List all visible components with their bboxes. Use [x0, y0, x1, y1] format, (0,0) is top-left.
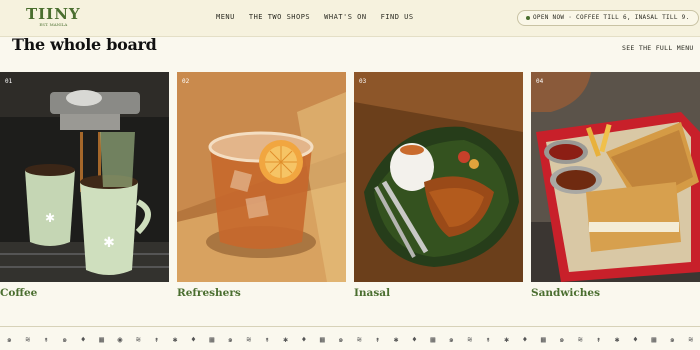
logo-text: TIINY	[26, 5, 81, 23]
status-text: OPEN NOW · COFFEE TILL 6, INASAL TILL 9.	[533, 14, 690, 21]
menu-card-inasal[interactable]: 03 Inasal	[354, 72, 523, 299]
grid-icon: ▦	[209, 334, 215, 344]
grid-icon: ▦	[540, 334, 546, 344]
footer-divider	[0, 326, 700, 327]
footer-icon-row: ๑ ≋ ↟ ๑ ♦ ▦ ◉ ≋ ↟ ✱ ♦ ▦ ๑ ≋ ↟ ✱ ♦ ▦ ๑ ≋ ↟ ✱ ♦ ▦ ๑ ≋ ↟ ✱ ♦ ▦ ๑ ≋ ↟ ✱ ♦ ▦ ๑ ≋	[0, 332, 700, 346]
leaf-icon: ♦	[301, 334, 307, 344]
nav-item-menu[interactable]: MENU	[216, 13, 235, 21]
wave-icon: ≋	[135, 334, 141, 344]
card-number: 02	[182, 78, 190, 85]
card-title: Sandwiches	[531, 287, 601, 299]
spiral-icon: ๑	[6, 334, 12, 344]
grid-icon: ▦	[430, 334, 436, 344]
wave-icon: ≋	[467, 334, 473, 344]
sandwich-photo: 04	[531, 72, 700, 282]
sun-icon: ✱	[283, 334, 288, 344]
card-title: Coffee	[0, 287, 38, 299]
sun-icon: ✱	[504, 334, 509, 344]
card-number: 01	[5, 78, 13, 85]
menu-card-coffee[interactable]: 01 ✱ ✱ Coffee	[0, 72, 169, 299]
grid-icon: ▦	[651, 334, 657, 344]
logo[interactable]: TIINY EST. MANILA	[26, 7, 81, 28]
spiral-icon: ๑	[559, 334, 565, 344]
card-number: 04	[536, 78, 544, 85]
wave-icon: ≋	[25, 334, 31, 344]
open-status-badge: OPEN NOW · COFFEE TILL 6, INASAL TILL 9.	[517, 10, 699, 26]
menu-card-sandwiches[interactable]: 04 Sandwiches	[531, 72, 700, 299]
coffee-photo: 01 ✱ ✱	[0, 72, 169, 282]
palm-icon: ↟	[375, 334, 381, 344]
card-title: Refreshers	[177, 287, 241, 299]
svg-text:✱: ✱	[45, 211, 55, 225]
sun-icon: ✱	[614, 334, 620, 344]
svg-text:✱: ✱	[103, 235, 115, 251]
spiral-icon: ๑	[338, 334, 344, 344]
sun-icon: ✱	[172, 334, 178, 344]
see-full-menu-link[interactable]: SEE THE FULL MENU	[622, 44, 694, 52]
main-nav: MENU THE TWO SHOPS WHAT'S ON FIND US	[216, 13, 414, 21]
spiral-icon: ๑	[669, 334, 675, 344]
grid-icon: ▦	[99, 334, 104, 344]
palm-icon: ↟	[264, 334, 270, 344]
card-number: 03	[359, 78, 367, 85]
palm-icon: ↟	[596, 334, 602, 344]
sun-icon: ✱	[393, 334, 399, 344]
spiral-icon: ๑	[62, 334, 68, 344]
wave-icon: ≋	[246, 334, 252, 344]
spiral-icon: ๑	[448, 334, 454, 344]
menu-card-refreshers[interactable]: 02 Refreshers	[177, 72, 346, 299]
card-title: Inasal	[354, 287, 391, 299]
leaf-icon: ♦	[522, 334, 528, 344]
inasal-photo: 03	[354, 72, 523, 282]
leaf-icon: ♦	[633, 334, 638, 344]
palm-icon: ↟	[154, 334, 160, 344]
leaf-icon: ♦	[191, 334, 196, 344]
nav-item-whats-on[interactable]: WHAT'S ON	[324, 13, 366, 21]
nav-item-find-us[interactable]: FIND US	[381, 13, 414, 21]
wave-icon: ≋	[356, 334, 362, 344]
wave-icon: ≋	[688, 334, 694, 344]
palm-icon: ↟	[485, 334, 491, 344]
section-title: The whole board	[12, 35, 157, 54]
wave-icon: ≋	[577, 334, 583, 344]
refresher-photo: 02	[177, 72, 346, 282]
leaf-icon: ♦	[80, 334, 86, 344]
nav-item-the-two-shops[interactable]: THE TWO SHOPS	[249, 13, 310, 21]
status-dot-icon	[526, 15, 530, 20]
leaf-icon: ♦	[412, 334, 417, 344]
top-bar: TIINY EST. MANILA MENU THE TWO SHOPS WHA…	[0, 0, 700, 37]
grid-icon: ▦	[319, 334, 325, 344]
spiral-icon: ๑	[227, 334, 233, 344]
coffee-icon: ◉	[117, 334, 123, 344]
palm-icon: ↟	[43, 334, 49, 344]
